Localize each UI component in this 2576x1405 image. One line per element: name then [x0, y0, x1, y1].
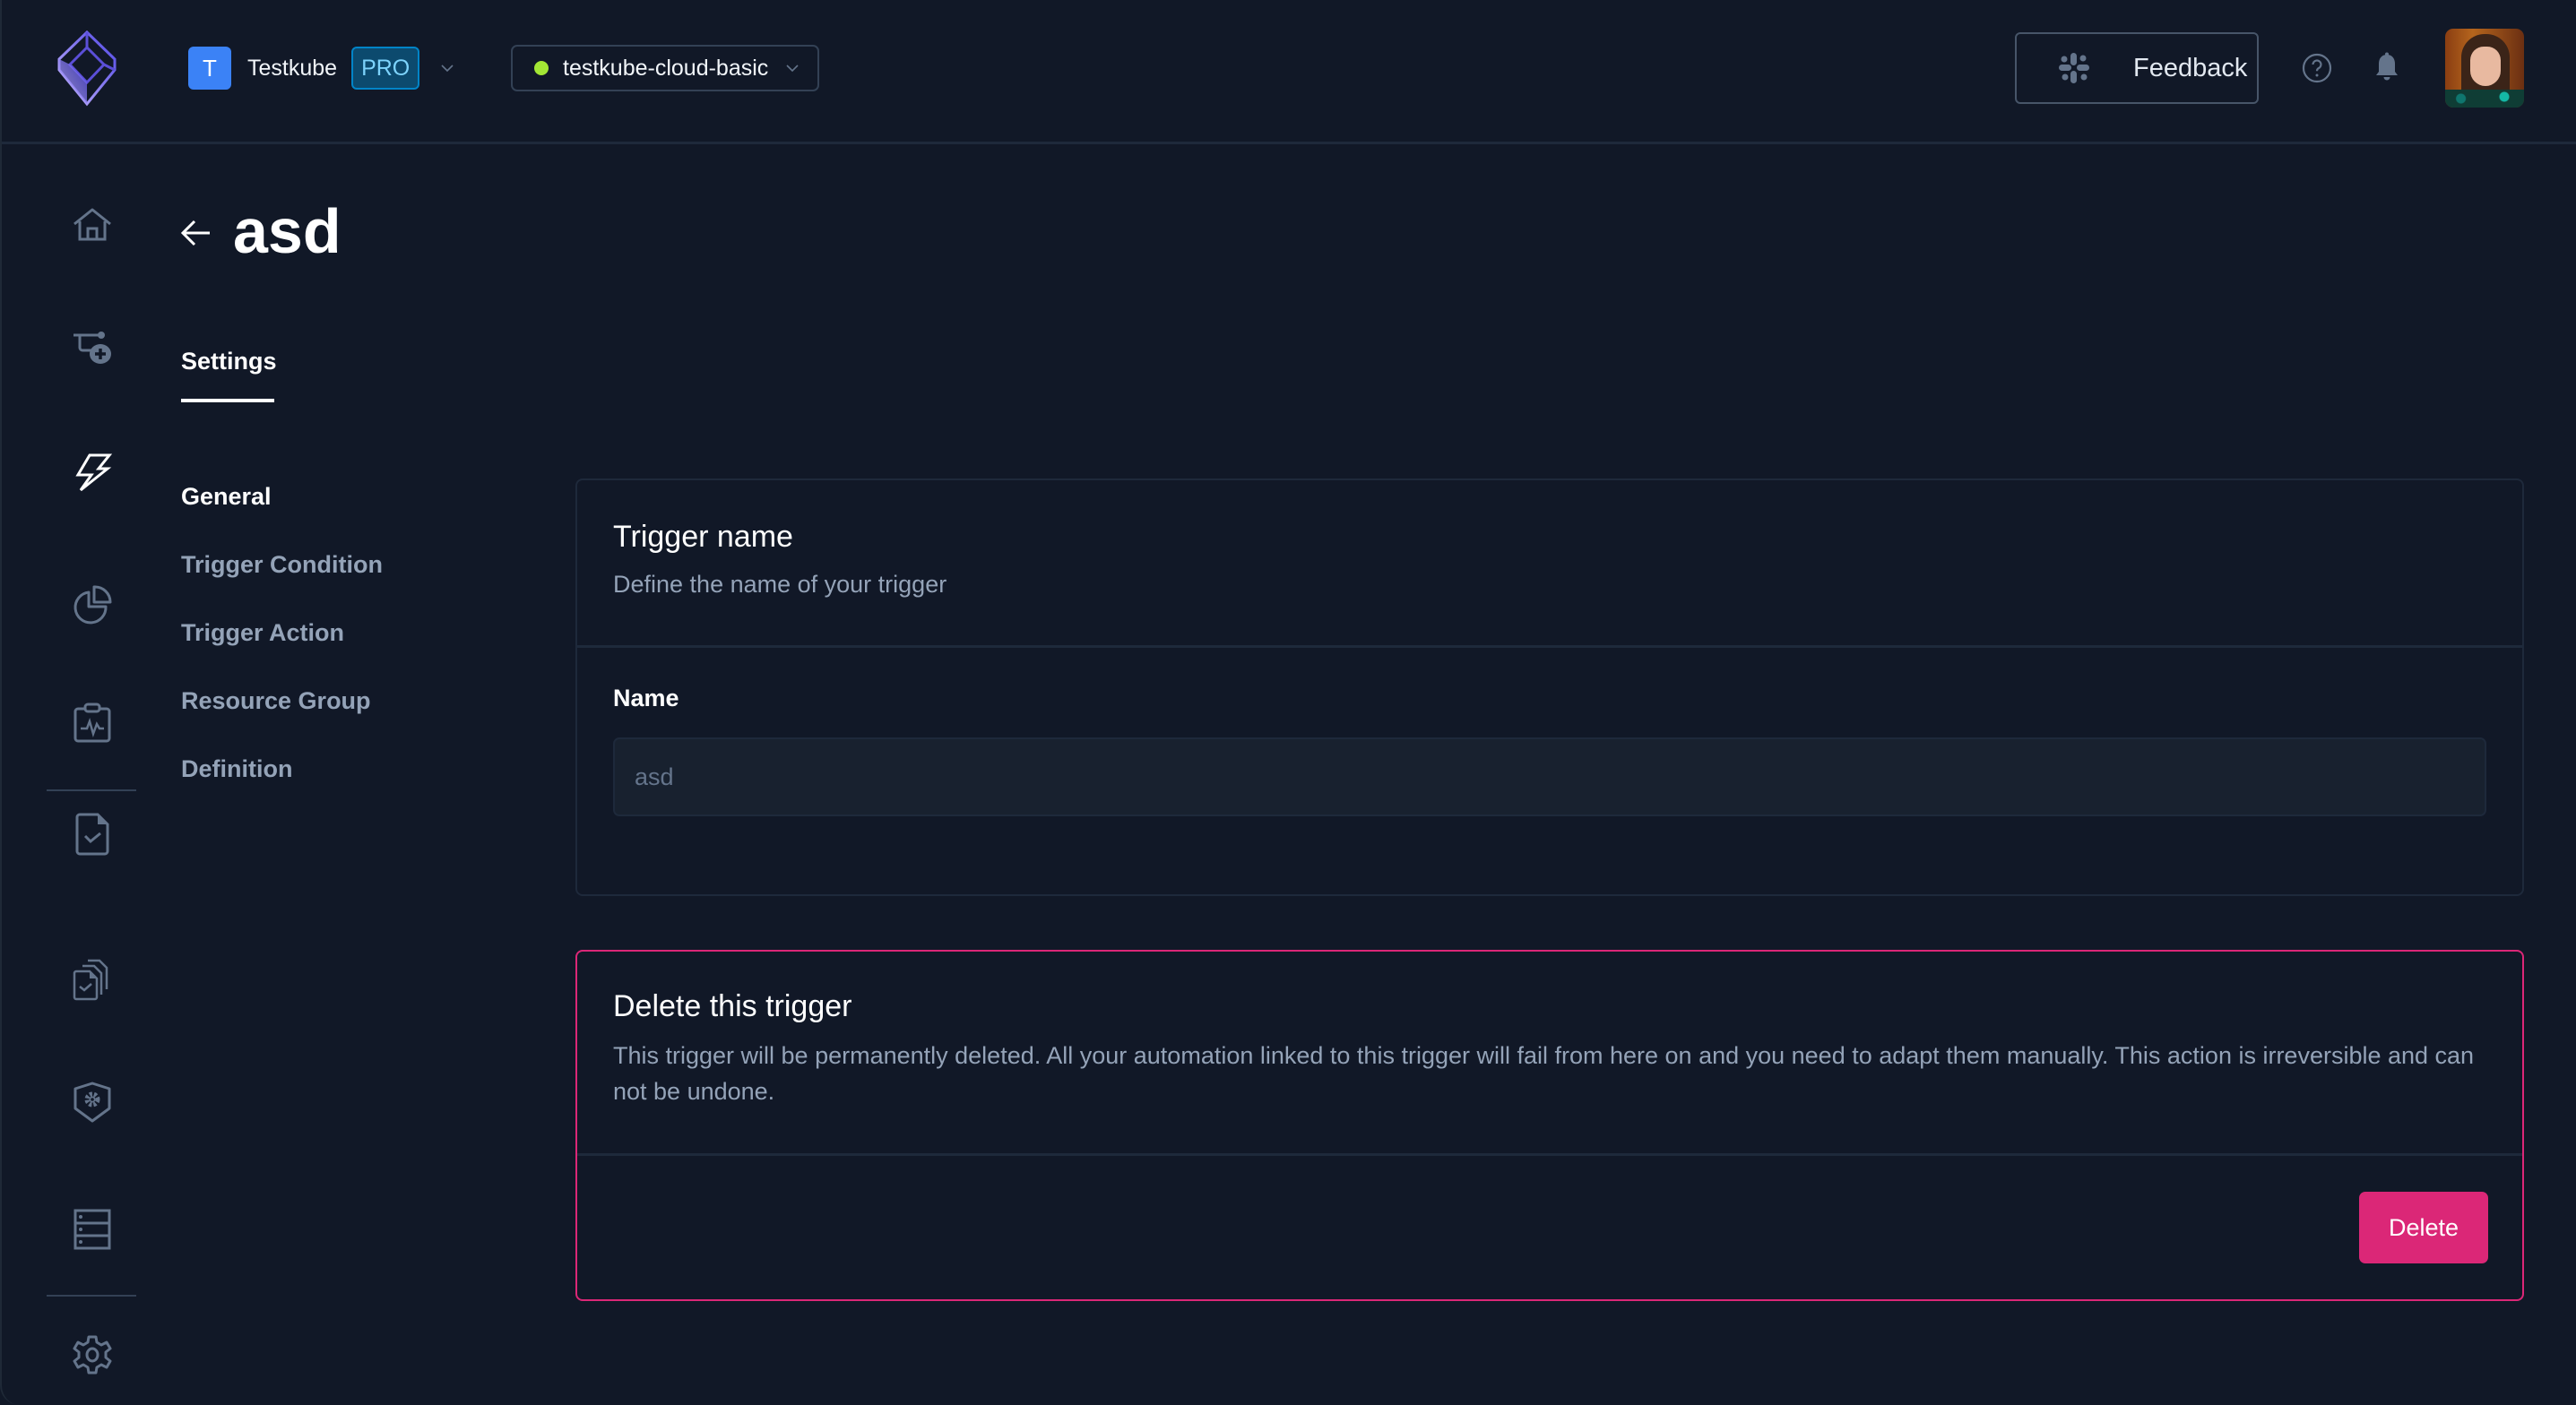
sidebar-item-triggers[interactable] — [70, 451, 115, 496]
app-window: T Testkube PRO testkube-cloud-basic Feed… — [0, 0, 2576, 1405]
file-check-icon — [75, 813, 109, 856]
sidebar — [2, 146, 181, 1405]
files-check-icon — [73, 959, 108, 1001]
settings-nav-trigger-condition[interactable]: Trigger Condition — [181, 548, 383, 616]
help-circle-icon[interactable] — [2301, 52, 2333, 84]
card-description: This trigger will be permanently deleted… — [613, 1042, 2475, 1105]
delete-button[interactable]: Delete — [2359, 1192, 2488, 1263]
card-title: Trigger name — [613, 520, 793, 554]
card-title: Delete this trigger — [613, 989, 852, 1023]
chevron-down-icon — [786, 65, 799, 73]
pie-chart-icon — [73, 585, 112, 625]
org-selector[interactable]: T Testkube PRO — [188, 47, 455, 90]
environment-selector[interactable]: testkube-cloud-basic — [511, 45, 819, 91]
name-input[interactable] — [613, 737, 2486, 816]
tab-settings[interactable]: Settings — [181, 348, 277, 402]
clipboard-pulse-icon — [73, 702, 111, 743]
name-field-label: Name — [613, 685, 679, 711]
trigger-name-card: Trigger name Define the name of your tri… — [575, 478, 2524, 896]
sidebar-item-resources[interactable] — [70, 1207, 115, 1252]
feedback-label: Feedback — [2133, 53, 2248, 82]
sidebar-item-home[interactable] — [70, 203, 115, 248]
workflow-add-icon — [73, 332, 111, 364]
sidebar-item-settings[interactable] — [70, 1332, 115, 1377]
bolt-icon — [75, 453, 113, 492]
settings-nav-trigger-action[interactable]: Trigger Action — [181, 616, 383, 685]
org-name: Testkube — [247, 55, 338, 81]
sidebar-item-tests[interactable] — [70, 812, 115, 857]
sidebar-divider — [47, 1295, 136, 1297]
user-avatar[interactable] — [2445, 29, 2524, 108]
org-avatar: T — [188, 47, 231, 90]
shield-gear-icon — [73, 1082, 111, 1123]
plan-badge: PRO — [351, 47, 420, 90]
settings-nav-resource-group[interactable]: Resource Group — [181, 685, 383, 753]
top-header: T Testkube PRO testkube-cloud-basic Feed… — [2, 0, 2576, 144]
sidebar-item-test-workflows[interactable] — [70, 328, 115, 373]
slack-icon — [2059, 53, 2089, 83]
card-description: Define the name of your trigger — [613, 571, 947, 598]
arrow-left-icon[interactable] — [179, 218, 213, 248]
home-icon — [73, 208, 111, 241]
card-header: Trigger name Define the name of your tri… — [577, 480, 2522, 645]
feedback-button[interactable]: Feedback — [2015, 32, 2259, 104]
card-header: Delete this trigger This trigger will be… — [577, 952, 2522, 1153]
bell-icon[interactable] — [2373, 52, 2401, 84]
environment-name: testkube-cloud-basic — [563, 55, 769, 81]
server-icon — [73, 1209, 111, 1250]
settings-nav-general[interactable]: General — [181, 480, 383, 548]
testkube-logo-icon[interactable] — [54, 29, 120, 108]
settings-nav-definition[interactable]: Definition — [181, 753, 383, 821]
sidebar-item-status-pages[interactable] — [70, 702, 115, 746]
card-divider — [577, 1153, 2522, 1156]
gear-icon — [73, 1335, 112, 1375]
delete-trigger-card: Delete this trigger This trigger will be… — [575, 950, 2524, 1301]
chevron-down-icon — [441, 65, 454, 73]
status-dot-icon — [534, 61, 549, 75]
sidebar-item-insights[interactable] — [70, 580, 115, 625]
settings-nav: General Trigger Condition Trigger Action… — [181, 480, 383, 821]
sidebar-item-security[interactable] — [70, 1080, 115, 1125]
sidebar-item-test-suites[interactable] — [70, 957, 115, 1002]
sidebar-divider — [47, 789, 136, 791]
card-divider — [577, 645, 2522, 648]
page-title: asd — [233, 196, 341, 266]
